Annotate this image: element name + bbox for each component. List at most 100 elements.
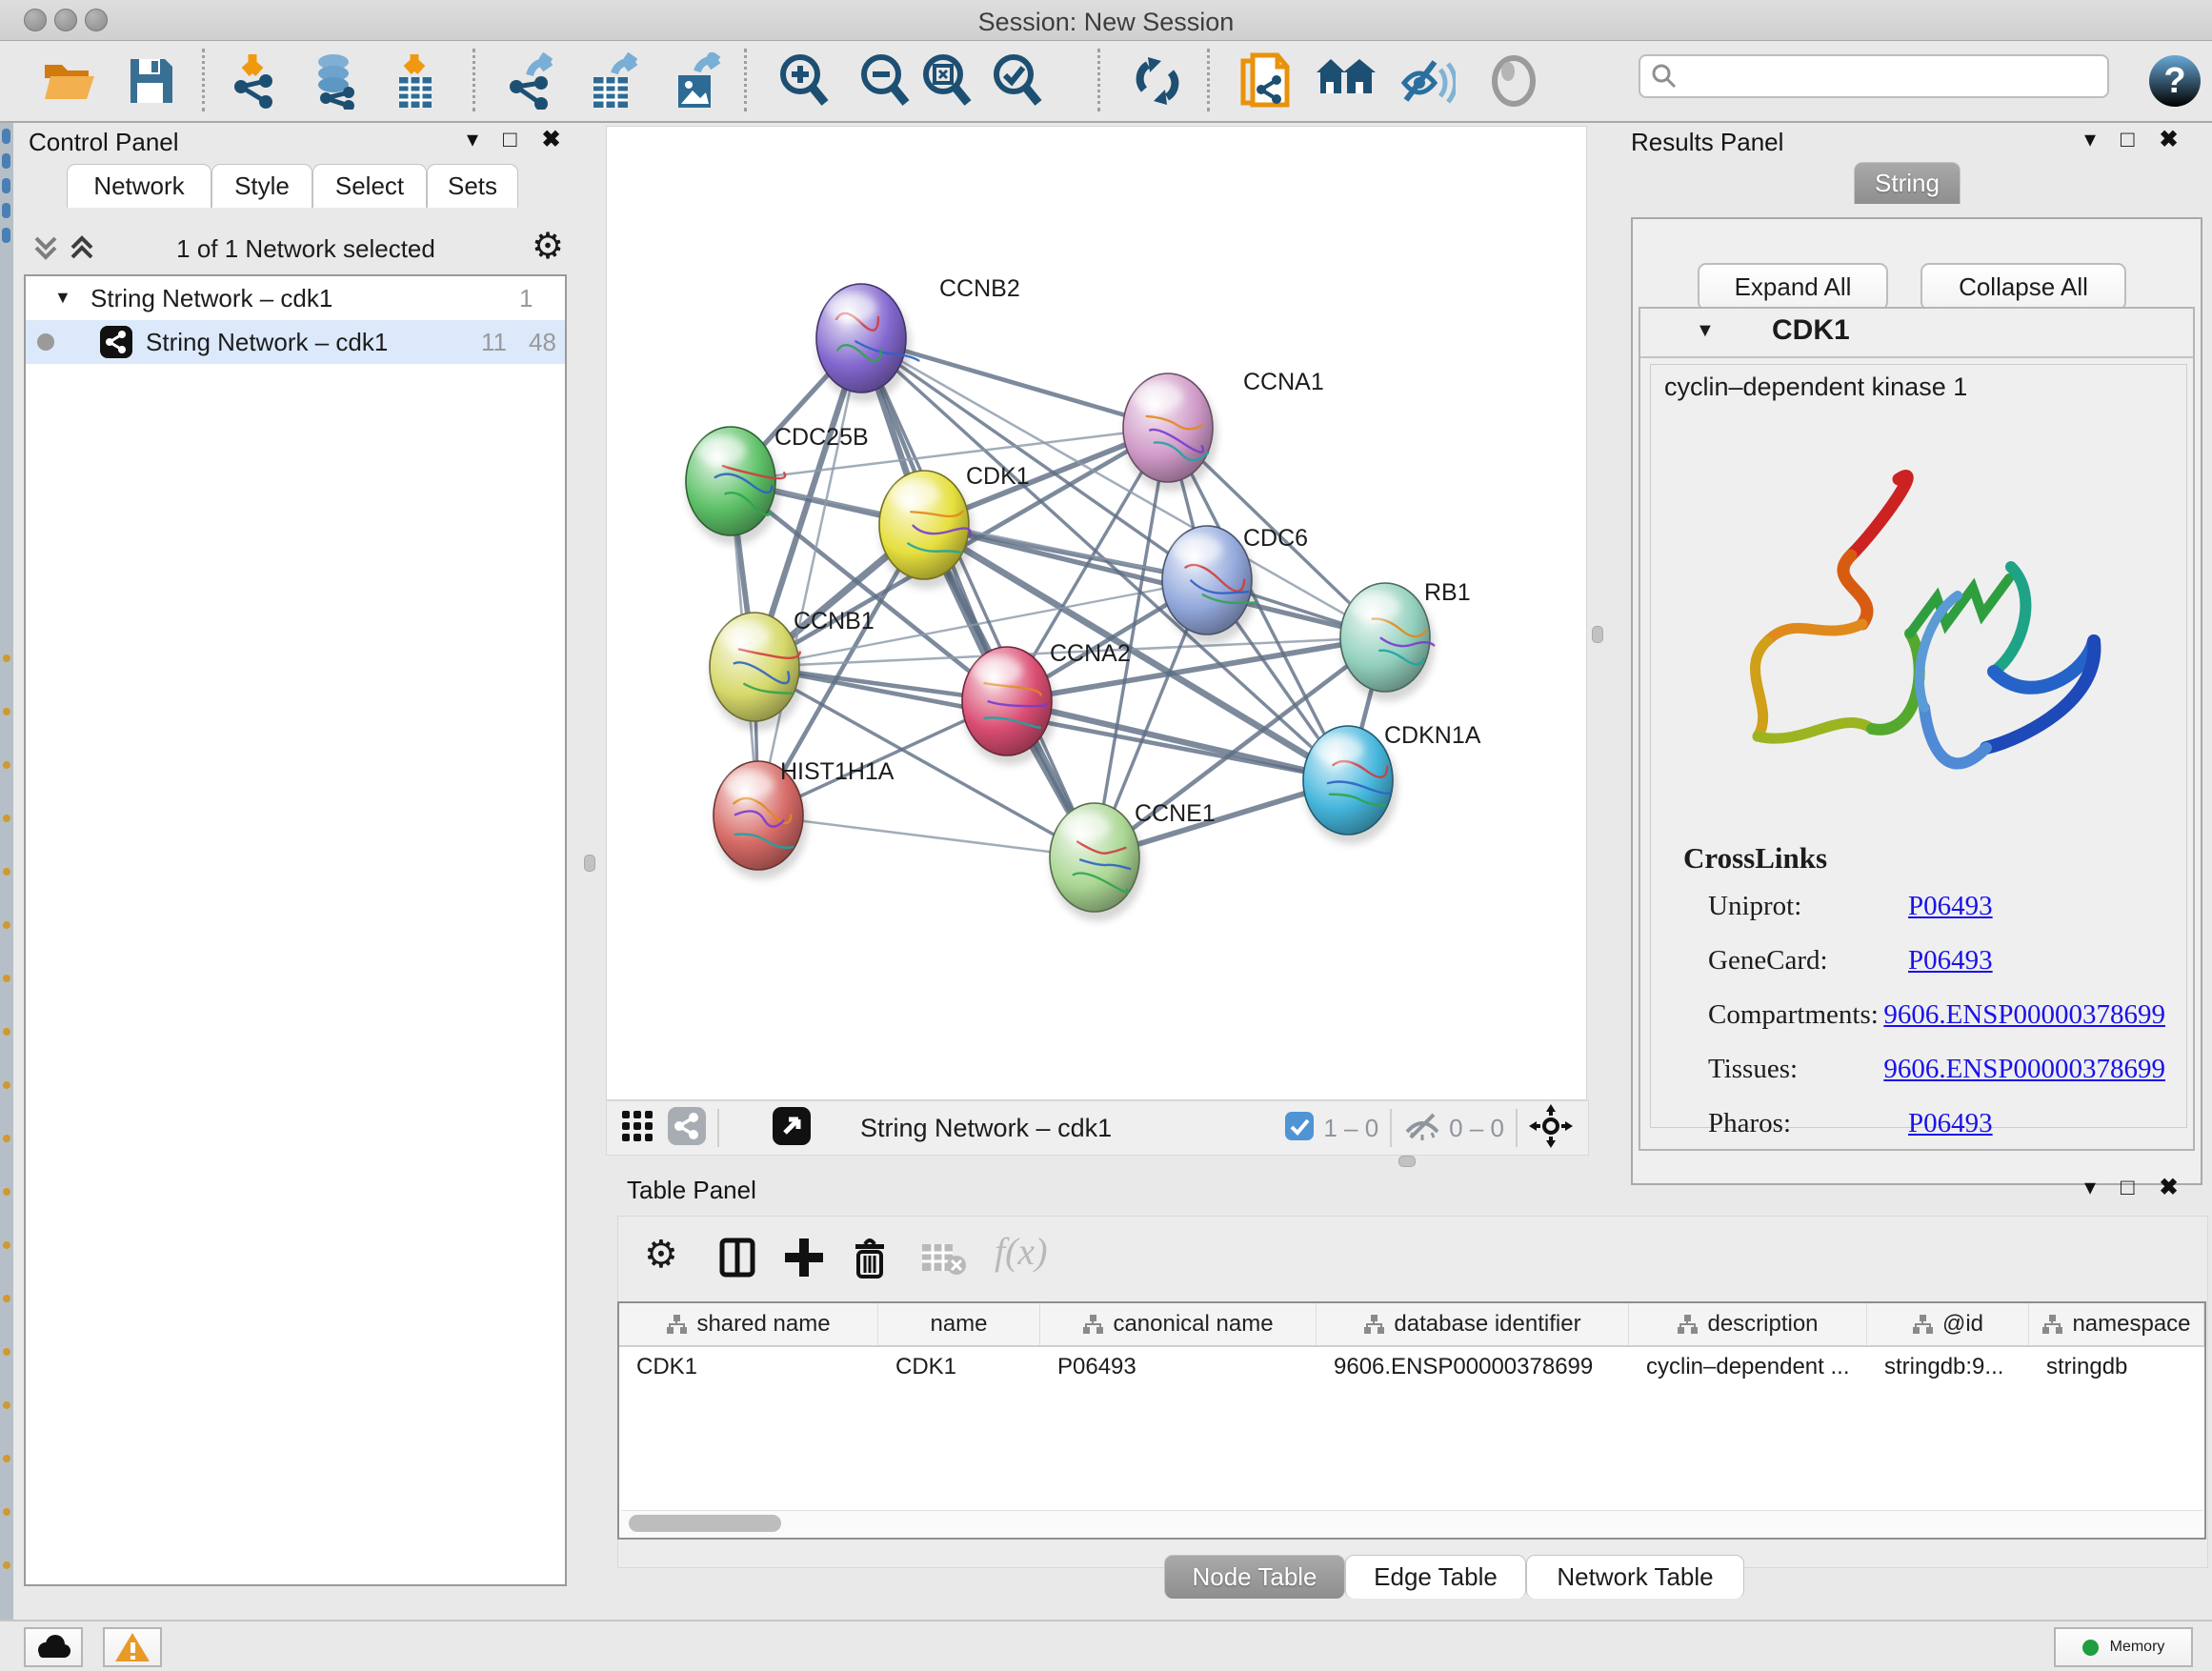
tab-select[interactable]: Select (312, 164, 427, 208)
save-session-icon[interactable] (122, 50, 181, 111)
tab-network-table[interactable]: Network Table (1526, 1555, 1744, 1599)
scrollbar-thumb[interactable] (629, 1515, 781, 1532)
tab-string[interactable]: String (1854, 162, 1961, 204)
import-network-from-database-icon[interactable] (306, 50, 365, 111)
zoom-fit-icon[interactable] (917, 50, 976, 111)
crosslink-link[interactable]: 9606.ENSP00000378699 (1883, 999, 2165, 1031)
column-header-name[interactable]: name (878, 1303, 1040, 1345)
memory-button[interactable]: Memory (2054, 1627, 2193, 1667)
expand-all-networks-icon[interactable] (67, 231, 97, 268)
node-CDK1[interactable] (879, 471, 974, 589)
node-CCNB2[interactable] (816, 284, 918, 402)
bottom-splitter-handle[interactable] (1398, 1156, 1416, 1167)
string-view-icon[interactable] (668, 1107, 706, 1150)
network-collection-row[interactable]: ▼ String Network – cdk1 1 (26, 276, 565, 320)
selected-checkbox-icon[interactable] (1285, 1112, 1314, 1145)
zoom-in-icon[interactable] (774, 50, 834, 111)
birdseye-navigator-icon[interactable] (1529, 1104, 1573, 1153)
warning-status-button[interactable] (103, 1627, 162, 1667)
table-cell[interactable]: cyclin–dependent ... (1629, 1347, 1867, 1387)
table-horizontal-scrollbar[interactable] (621, 1510, 2202, 1536)
network-row-selected[interactable]: String Network – cdk1 11 48 (26, 320, 565, 364)
tab-edge-table[interactable]: Edge Table (1345, 1555, 1526, 1599)
column-header-namespace[interactable]: namespace (2029, 1303, 2204, 1345)
zoom-selected-icon[interactable] (988, 50, 1047, 111)
table-cell[interactable]: CDK1 (619, 1347, 878, 1387)
column-header-shared-name[interactable]: shared name (619, 1303, 878, 1345)
results-panel-menu-icon[interactable]: ▾ (2084, 126, 2096, 153)
control-panel-float-icon[interactable]: □ (503, 127, 517, 153)
delete-column-icon[interactable] (850, 1235, 890, 1285)
table-panel-menu-icon[interactable]: ▾ (2084, 1174, 2096, 1201)
edge-CCNB2-HIST1H1A[interactable] (758, 338, 861, 815)
table-cell[interactable]: stringdb (2029, 1347, 2204, 1387)
node-CCNE1[interactable] (1050, 803, 1144, 921)
table-cell[interactable]: 9606.ENSP00000378699 (1317, 1347, 1629, 1387)
right-splitter-handle[interactable] (1592, 626, 1603, 643)
results-panel-close-icon[interactable]: ✖ (2160, 126, 2179, 153)
collapse-all-networks-icon[interactable] (30, 231, 61, 268)
import-table-icon[interactable] (387, 50, 446, 111)
export-image-icon[interactable] (667, 50, 726, 111)
node-CCNB1[interactable] (710, 613, 804, 731)
tab-node-table[interactable]: Node Table (1164, 1555, 1345, 1599)
control-panel-menu-icon[interactable]: ▾ (467, 126, 478, 153)
toolbar-separator (744, 49, 747, 111)
zoom-out-icon[interactable] (855, 50, 915, 111)
cloud-status-button[interactable] (24, 1627, 83, 1667)
crosslink-link[interactable]: P06493 (1908, 945, 1993, 976)
export-table-icon[interactable] (584, 50, 643, 111)
table-cell[interactable]: CDK1 (878, 1347, 1040, 1387)
new-network-from-selection-icon[interactable] (1236, 50, 1295, 111)
table-panel-float-icon[interactable]: □ (2121, 1175, 2135, 1201)
expand-all-button[interactable]: Expand All (1698, 263, 1888, 311)
export-network-icon[interactable] (501, 50, 560, 111)
refresh-icon[interactable] (1128, 50, 1187, 111)
string-network-graph[interactable]: CCNB2CCNA1CDC25BCDK1CDC6RB1CCNB1CCNA2CDK… (607, 127, 1586, 1099)
table-row[interactable]: CDK1CDK1P064939606.ENSP00000378699cyclin… (619, 1347, 2204, 1387)
add-column-icon[interactable] (783, 1237, 825, 1283)
hide-graphics-details-icon[interactable] (1398, 50, 1457, 111)
results-panel-float-icon[interactable]: □ (2121, 127, 2135, 153)
render-detail-icon[interactable] (1484, 50, 1543, 111)
gene-expander-icon[interactable]: ▼ (1696, 320, 1715, 342)
column-header-database-identifier[interactable]: database identifier (1317, 1303, 1629, 1345)
node-label-CDK1: CDK1 (966, 463, 1030, 490)
tab-style[interactable]: Style (211, 164, 312, 208)
tab-network[interactable]: Network (67, 164, 211, 208)
edge-CCNB2-CCNE1[interactable] (861, 338, 1095, 857)
tab-sets[interactable]: Sets (427, 164, 518, 208)
table-cell[interactable]: P06493 (1040, 1347, 1317, 1387)
crosslink-link[interactable]: P06493 (1908, 1108, 1993, 1139)
crosslink-link[interactable]: 9606.ENSP00000378699 (1883, 1054, 2165, 1085)
hidden-eye-icon[interactable] (1403, 1111, 1441, 1146)
search-input[interactable] (1679, 62, 2092, 91)
help-icon[interactable]: ? (2145, 50, 2204, 111)
node-RB1[interactable] (1340, 583, 1435, 701)
left-splitter-handle[interactable] (584, 855, 595, 872)
column-header-description[interactable]: description (1629, 1303, 1867, 1345)
node-CCNA2[interactable] (962, 647, 1056, 765)
node-CCNA1[interactable] (1123, 373, 1217, 492)
column-header-canonical-name[interactable]: canonical name (1040, 1303, 1317, 1345)
column-header-@id[interactable]: @id (1867, 1303, 2029, 1345)
edge-CCNE1-HIST1H1A[interactable] (758, 815, 1095, 857)
open-session-icon[interactable] (39, 50, 98, 111)
cloud-icon (34, 1634, 72, 1661)
node-CDC25B[interactable] (686, 427, 785, 545)
table-options-gear-icon[interactable]: ⚙ (644, 1233, 678, 1277)
control-panel-close-icon[interactable]: ✖ (542, 126, 561, 153)
detach-view-icon[interactable] (773, 1107, 811, 1150)
table-panel-close-icon[interactable]: ✖ (2160, 1174, 2179, 1201)
network-canvas[interactable]: CCNB2CCNA1CDC25BCDK1CDC6RB1CCNB1CCNA2CDK… (606, 126, 1587, 1100)
crosslink-link[interactable]: P06493 (1908, 891, 1993, 922)
show-columns-icon[interactable] (718, 1237, 756, 1283)
collapse-all-button[interactable]: Collapse All (1920, 263, 2126, 311)
network-options-gear-icon[interactable]: ⚙ (532, 225, 564, 268)
collection-expander-icon[interactable]: ▼ (54, 288, 71, 308)
home-networks-icon[interactable] (1317, 50, 1376, 111)
search-box[interactable] (1639, 54, 2109, 98)
grid-view-icon[interactable] (620, 1109, 654, 1148)
table-cell[interactable]: stringdb:9... (1867, 1347, 2029, 1387)
import-network-icon[interactable] (225, 50, 284, 111)
